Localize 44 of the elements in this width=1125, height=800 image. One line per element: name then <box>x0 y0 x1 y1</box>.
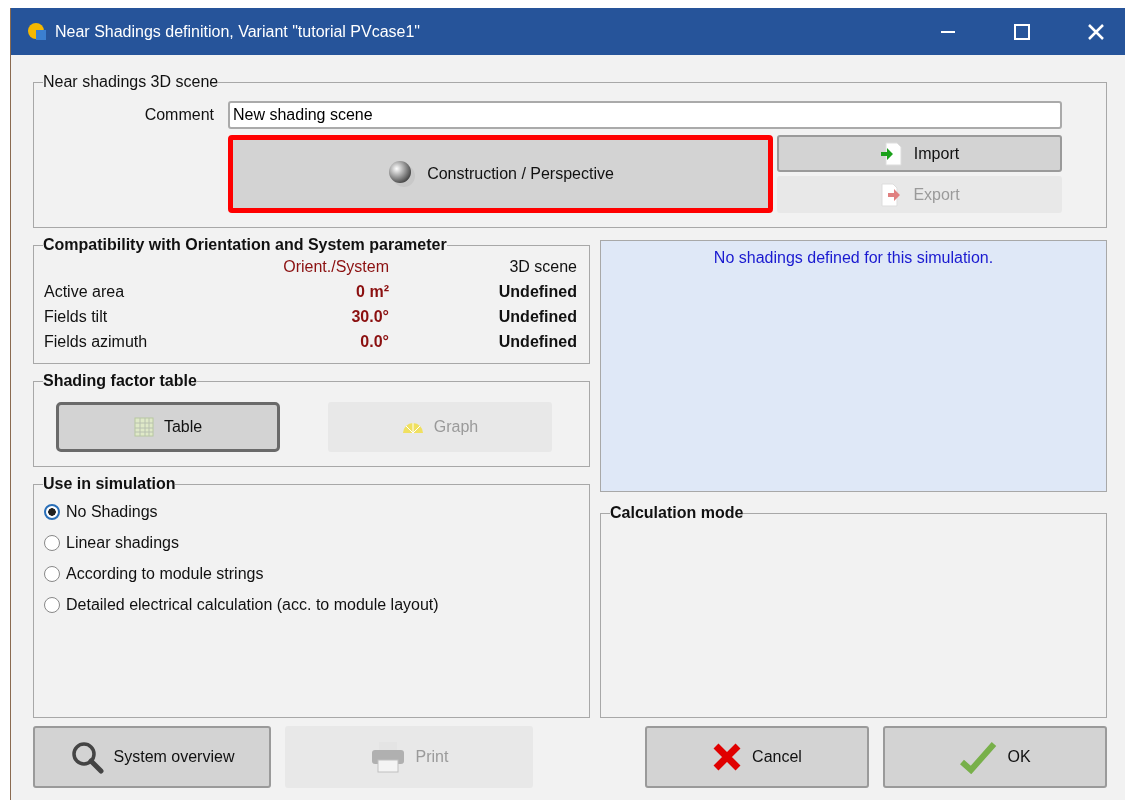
group-title: Use in simulation <box>43 475 176 493</box>
row-label: Active area <box>44 283 126 301</box>
construction-button[interactable]: Construction / Perspective <box>228 135 773 213</box>
column-header: Orient./System <box>282 258 389 276</box>
sphere-icon <box>387 159 418 189</box>
radio-option[interactable]: No Shadings <box>44 503 579 521</box>
overview-button[interactable]: System overview <box>33 726 271 788</box>
group-title: Near shadings 3D scene <box>43 73 219 91</box>
radio-option[interactable]: According to module strings <box>44 565 579 583</box>
import-button[interactable]: Import <box>777 135 1062 172</box>
comment-label: Comment <box>143 106 214 124</box>
row-label: Fields tilt <box>44 308 109 326</box>
maximize-icon[interactable] <box>1013 22 1031 41</box>
info-message: No shadings defined for this simulation. <box>713 249 994 268</box>
app-icon <box>27 21 47 42</box>
system-value: 30.0° <box>350 308 389 326</box>
checkmark-icon <box>959 740 998 774</box>
import-icon <box>879 141 904 166</box>
radio-button[interactable] <box>44 504 60 520</box>
scene-value: Undefined <box>497 333 577 351</box>
scene-value: Undefined <box>497 308 577 326</box>
group-title: Shading factor table <box>43 372 197 390</box>
row-label: Fields azimuth <box>44 333 149 351</box>
system-value: 0.0° <box>359 333 389 351</box>
radio-option[interactable]: Detailed electrical calculation (acc. to module layout) <box>44 596 579 614</box>
grid-icon <box>133 417 154 437</box>
group-title: Calculation mode <box>610 504 744 522</box>
radio-button[interactable] <box>44 566 60 582</box>
cross-icon <box>712 742 743 772</box>
radio-button[interactable] <box>44 535 60 551</box>
system-value: 0 m² <box>355 283 389 301</box>
radio-button[interactable] <box>44 597 60 613</box>
sun-icon <box>401 420 424 434</box>
radio-option[interactable]: Linear shadings <box>44 534 579 552</box>
close-icon[interactable] <box>1087 22 1105 41</box>
table-button[interactable]: Table <box>56 402 280 452</box>
search-icon <box>69 740 104 774</box>
column-header: 3D scene <box>508 258 577 276</box>
comment-field[interactable]: New shading scene <box>228 101 1062 129</box>
ok-button[interactable]: OK <box>883 726 1107 788</box>
window-title: Near Shadings definition, Variant "tutorial PVcase1" <box>55 22 421 41</box>
scene-value: Undefined <box>497 283 577 301</box>
cancel-button[interactable]: Cancel <box>645 726 869 788</box>
group-title: Compatibility with Orientation and System parameter <box>43 236 447 254</box>
